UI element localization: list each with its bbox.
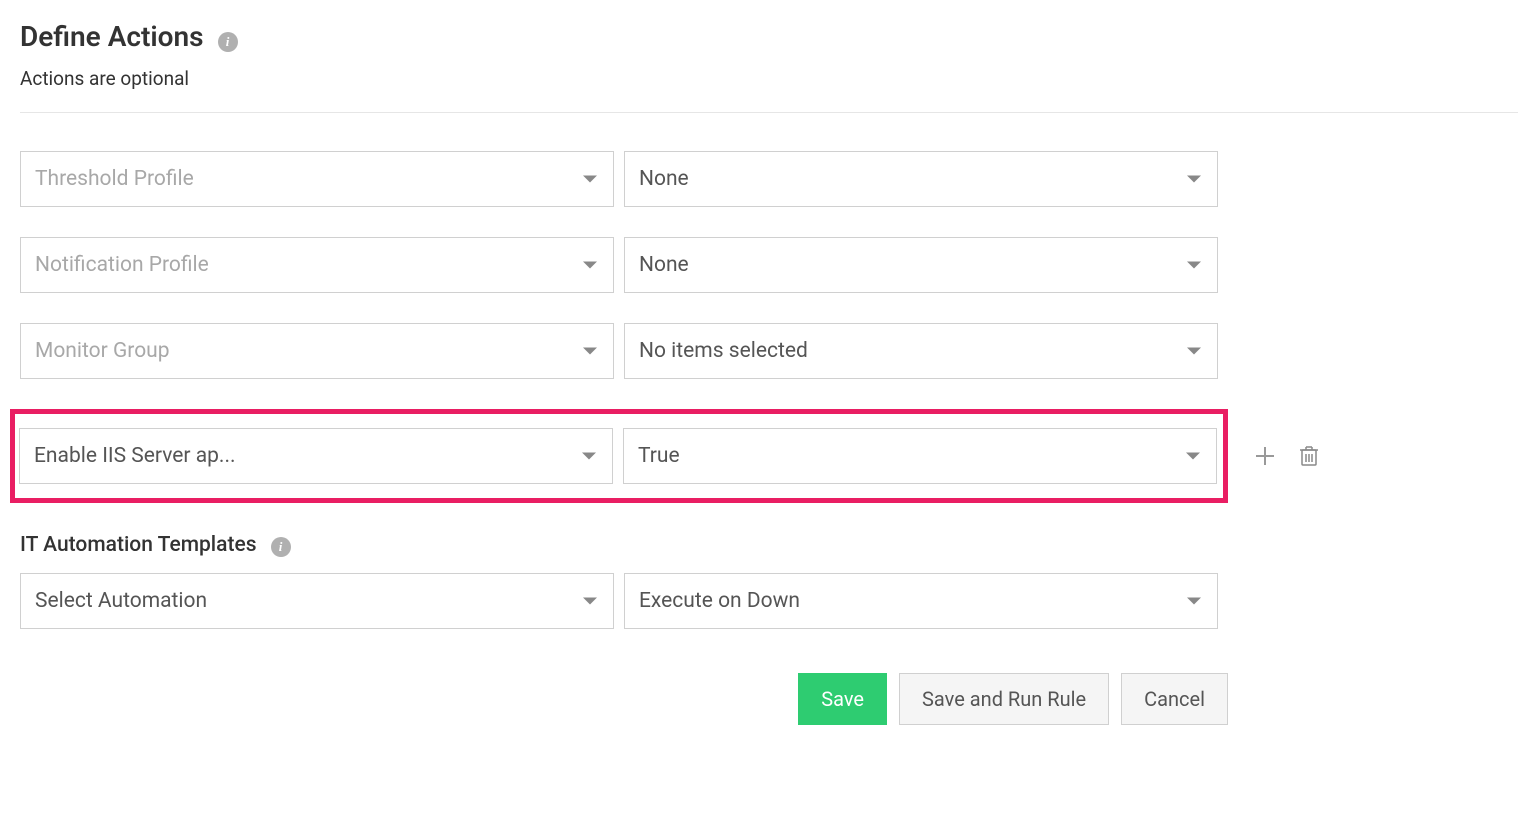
iis-server-value-select[interactable]: True (623, 428, 1217, 484)
highlight-frame: Enable IIS Server ap... True (10, 409, 1228, 503)
row-action-icons (1250, 441, 1324, 471)
monitor-group-select[interactable]: Monitor Group (20, 323, 614, 379)
iis-server-select[interactable]: Enable IIS Server ap... (19, 428, 613, 484)
save-and-run-button[interactable]: Save and Run Rule (899, 673, 1109, 725)
chevron-down-icon (583, 262, 597, 269)
chevron-down-icon (583, 348, 597, 355)
add-icon[interactable] (1250, 441, 1280, 471)
threshold-profile-value-select[interactable]: None (624, 151, 1218, 207)
notification-profile-select[interactable]: Notification Profile (20, 237, 614, 293)
action-row-notification: Notification Profile None (20, 237, 1518, 293)
select-label: True (638, 444, 680, 468)
chevron-down-icon (583, 598, 597, 605)
select-label: Monitor Group (35, 339, 170, 363)
page-title: Define Actions (20, 20, 204, 53)
trash-icon (1299, 445, 1319, 467)
chevron-down-icon (583, 176, 597, 183)
info-icon[interactable]: i (271, 537, 291, 557)
automation-row: Select Automation Execute on Down (20, 573, 1518, 629)
select-label: Execute on Down (639, 589, 800, 613)
monitor-group-value-select[interactable]: No items selected (624, 323, 1218, 379)
footer-buttons: Save Save and Run Rule Cancel (20, 673, 1228, 725)
select-label: None (639, 253, 689, 277)
select-label: Notification Profile (35, 253, 209, 277)
notification-profile-value-select[interactable]: None (624, 237, 1218, 293)
select-label: Enable IIS Server ap... (34, 444, 236, 468)
automation-select[interactable]: Select Automation (20, 573, 614, 629)
select-label: Select Automation (35, 589, 207, 613)
action-row-monitor-group: Monitor Group No items selected (20, 323, 1518, 379)
chevron-down-icon (582, 453, 596, 460)
action-row-threshold: Threshold Profile None (20, 151, 1518, 207)
automation-trigger-select[interactable]: Execute on Down (624, 573, 1218, 629)
plus-icon (1254, 445, 1276, 467)
divider (20, 112, 1518, 113)
action-row-iis-highlighted: Enable IIS Server ap... True (20, 409, 1518, 503)
chevron-down-icon (1187, 598, 1201, 605)
select-label: No items selected (639, 339, 808, 363)
page-subtitle: Actions are optional (20, 67, 1518, 90)
chevron-down-icon (1187, 176, 1201, 183)
threshold-profile-select[interactable]: Threshold Profile (20, 151, 614, 207)
select-label: Threshold Profile (35, 167, 194, 191)
chevron-down-icon (1187, 348, 1201, 355)
select-label: None (639, 167, 689, 191)
chevron-down-icon (1186, 453, 1200, 460)
info-icon[interactable]: i (218, 32, 238, 52)
save-button[interactable]: Save (798, 673, 887, 725)
delete-icon[interactable] (1294, 441, 1324, 471)
automation-section-label: IT Automation Templates (20, 533, 257, 557)
chevron-down-icon (1187, 262, 1201, 269)
cancel-button[interactable]: Cancel (1121, 673, 1228, 725)
